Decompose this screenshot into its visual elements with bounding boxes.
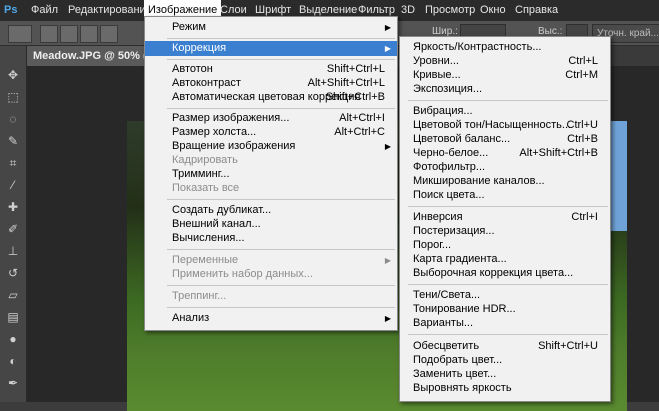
adj-threshold[interactable]: Порог... <box>400 238 610 253</box>
adj-equalize[interactable]: Выровнять яркость <box>400 381 610 396</box>
adj-brightness-contrast[interactable]: Яркость/Контрастность... <box>400 40 610 55</box>
eyedropper-icon[interactable]: ⁄ <box>4 176 22 194</box>
photoshop-logo: Ps <box>4 4 18 16</box>
subtract-selection-icon[interactable] <box>80 25 98 43</box>
menu-item-crop: Кадрировать <box>172 154 238 166</box>
adj-exposure[interactable]: Экспозиция... <box>400 82 610 97</box>
marquee-tool-preset[interactable] <box>8 25 32 43</box>
menu-edit[interactable]: Редактирование <box>64 0 156 21</box>
healing-brush-icon[interactable]: ✚ <box>4 198 22 216</box>
menu-item-trap: Треппинг... <box>172 290 227 302</box>
gradient-tool-icon[interactable]: ▤ <box>4 308 22 326</box>
adj-variations[interactable]: Варианты... <box>400 316 610 331</box>
menu-item-calculations[interactable]: Вычисления... <box>145 231 397 246</box>
adj-selective-color[interactable]: Выборочная коррекция цвета... <box>400 266 610 281</box>
adj-posterize[interactable]: Постеризация... <box>400 224 610 239</box>
menu-item-apply-image[interactable]: Внешний канал... <box>145 217 397 232</box>
menu-item-apply-data-set: Применить набор данных... <box>172 268 313 280</box>
adj-color-lookup[interactable]: Поиск цвета... <box>400 188 610 203</box>
lasso-tool-icon[interactable]: ◌ <box>4 110 22 128</box>
blur-tool-icon[interactable]: ● <box>4 330 22 348</box>
adj-hue-saturation[interactable]: Цветовой тон/Насыщенность... Ctrl+U <box>400 118 610 133</box>
adj-black-white[interactable]: Черно-белое... Alt+Shift+Ctrl+B <box>400 146 610 161</box>
menu-item-mode[interactable]: Режим ▶ <box>145 20 397 35</box>
menu-item-trim[interactable]: Тримминг... <box>145 167 397 182</box>
menu-item-duplicate[interactable]: Создать дубликат... <box>145 203 397 218</box>
eraser-tool-icon[interactable]: ▱ <box>4 286 22 304</box>
adj-invert[interactable]: Инверсия Ctrl+I <box>400 210 610 225</box>
menu-item-analysis[interactable]: Анализ ▶ <box>145 311 397 326</box>
adj-desaturate[interactable]: Обесцветить Shift+Ctrl+U <box>400 339 610 354</box>
menu-file[interactable]: Файл <box>27 0 62 21</box>
menu-item-variables: Переменные ▶ <box>172 254 391 266</box>
marquee-tool-icon[interactable]: ⬚ <box>4 88 22 106</box>
menu-item-image-rotation[interactable]: Вращение изображения ▶ <box>145 139 397 154</box>
stamp-tool-icon[interactable]: ⊥ <box>4 242 22 260</box>
adj-vibrance[interactable]: Вибрация... <box>400 104 610 119</box>
adjustments-submenu: Яркость/Контрастность... Уровни... Ctrl+L… <box>399 36 611 402</box>
adj-match-color[interactable]: Подобрать цвет... <box>400 353 610 368</box>
adj-hdr-toning[interactable]: Тонирование HDR... <box>400 302 610 317</box>
menu-item-auto-tone[interactable]: Автотон Shift+Ctrl+L <box>145 62 397 77</box>
menu-window[interactable]: Окно <box>476 0 510 21</box>
adj-photo-filter[interactable]: Фотофильтр... <box>400 160 610 175</box>
adj-gradient-map[interactable]: Карта градиента... <box>400 252 610 267</box>
menu-view[interactable]: Просмотр <box>421 0 479 21</box>
adj-channel-mixer[interactable]: Микширование каналов... <box>400 174 610 189</box>
adj-shadows-highlights[interactable]: Тени/Света... <box>400 288 610 303</box>
adj-color-balance[interactable]: Цветовой баланс... Ctrl+B <box>400 132 610 147</box>
history-brush-icon[interactable]: ↺ <box>4 264 22 282</box>
adj-curves[interactable]: Кривые... Ctrl+M <box>400 68 610 83</box>
dodge-tool-icon[interactable]: ◐ <box>4 352 22 370</box>
intersect-selection-icon[interactable] <box>100 25 118 43</box>
menu-item-auto-contrast[interactable]: Автоконтраст Alt+Shift+Ctrl+L <box>145 76 397 91</box>
crop-tool-icon[interactable]: ⌗ <box>4 154 22 172</box>
menu-item-image-size[interactable]: Размер изображения... Alt+Ctrl+I <box>145 111 397 126</box>
image-menu: Режим ▶ Коррекция ▶ Автотон Shift+Ctrl+L Ав… <box>144 16 398 331</box>
pen-tool-icon[interactable]: ✒ <box>4 374 22 392</box>
adj-levels[interactable]: Уровни... Ctrl+L <box>400 54 610 69</box>
add-selection-icon[interactable] <box>60 25 78 43</box>
menu-item-adjustments[interactable]: Коррекция ▶ <box>145 41 397 56</box>
menu-item-auto-color[interactable]: Автоматическая цветовая коррекция Shift+C… <box>145 90 397 105</box>
menu-help[interactable]: Справка <box>511 0 562 21</box>
move-tool-icon[interactable]: ✥ <box>4 66 22 84</box>
new-selection-icon[interactable] <box>40 25 58 43</box>
brush-tool-icon[interactable]: ✐ <box>4 220 22 238</box>
menu-item-canvas-size[interactable]: Размер холста... Alt+Ctrl+C <box>145 125 397 140</box>
menu-item-reveal-all: Показать все <box>172 182 240 194</box>
tools-panel: ✥ ⬚ ◌ ✎ ⌗ ⁄ ✚ ✐ ⊥ ↺ ▱ ▤ ● ◐ ✒ <box>0 46 27 402</box>
quick-select-icon[interactable]: ✎ <box>4 132 22 150</box>
adj-replace-color[interactable]: Заменить цвет... <box>400 367 610 382</box>
menu-3d[interactable]: 3D <box>397 0 419 21</box>
